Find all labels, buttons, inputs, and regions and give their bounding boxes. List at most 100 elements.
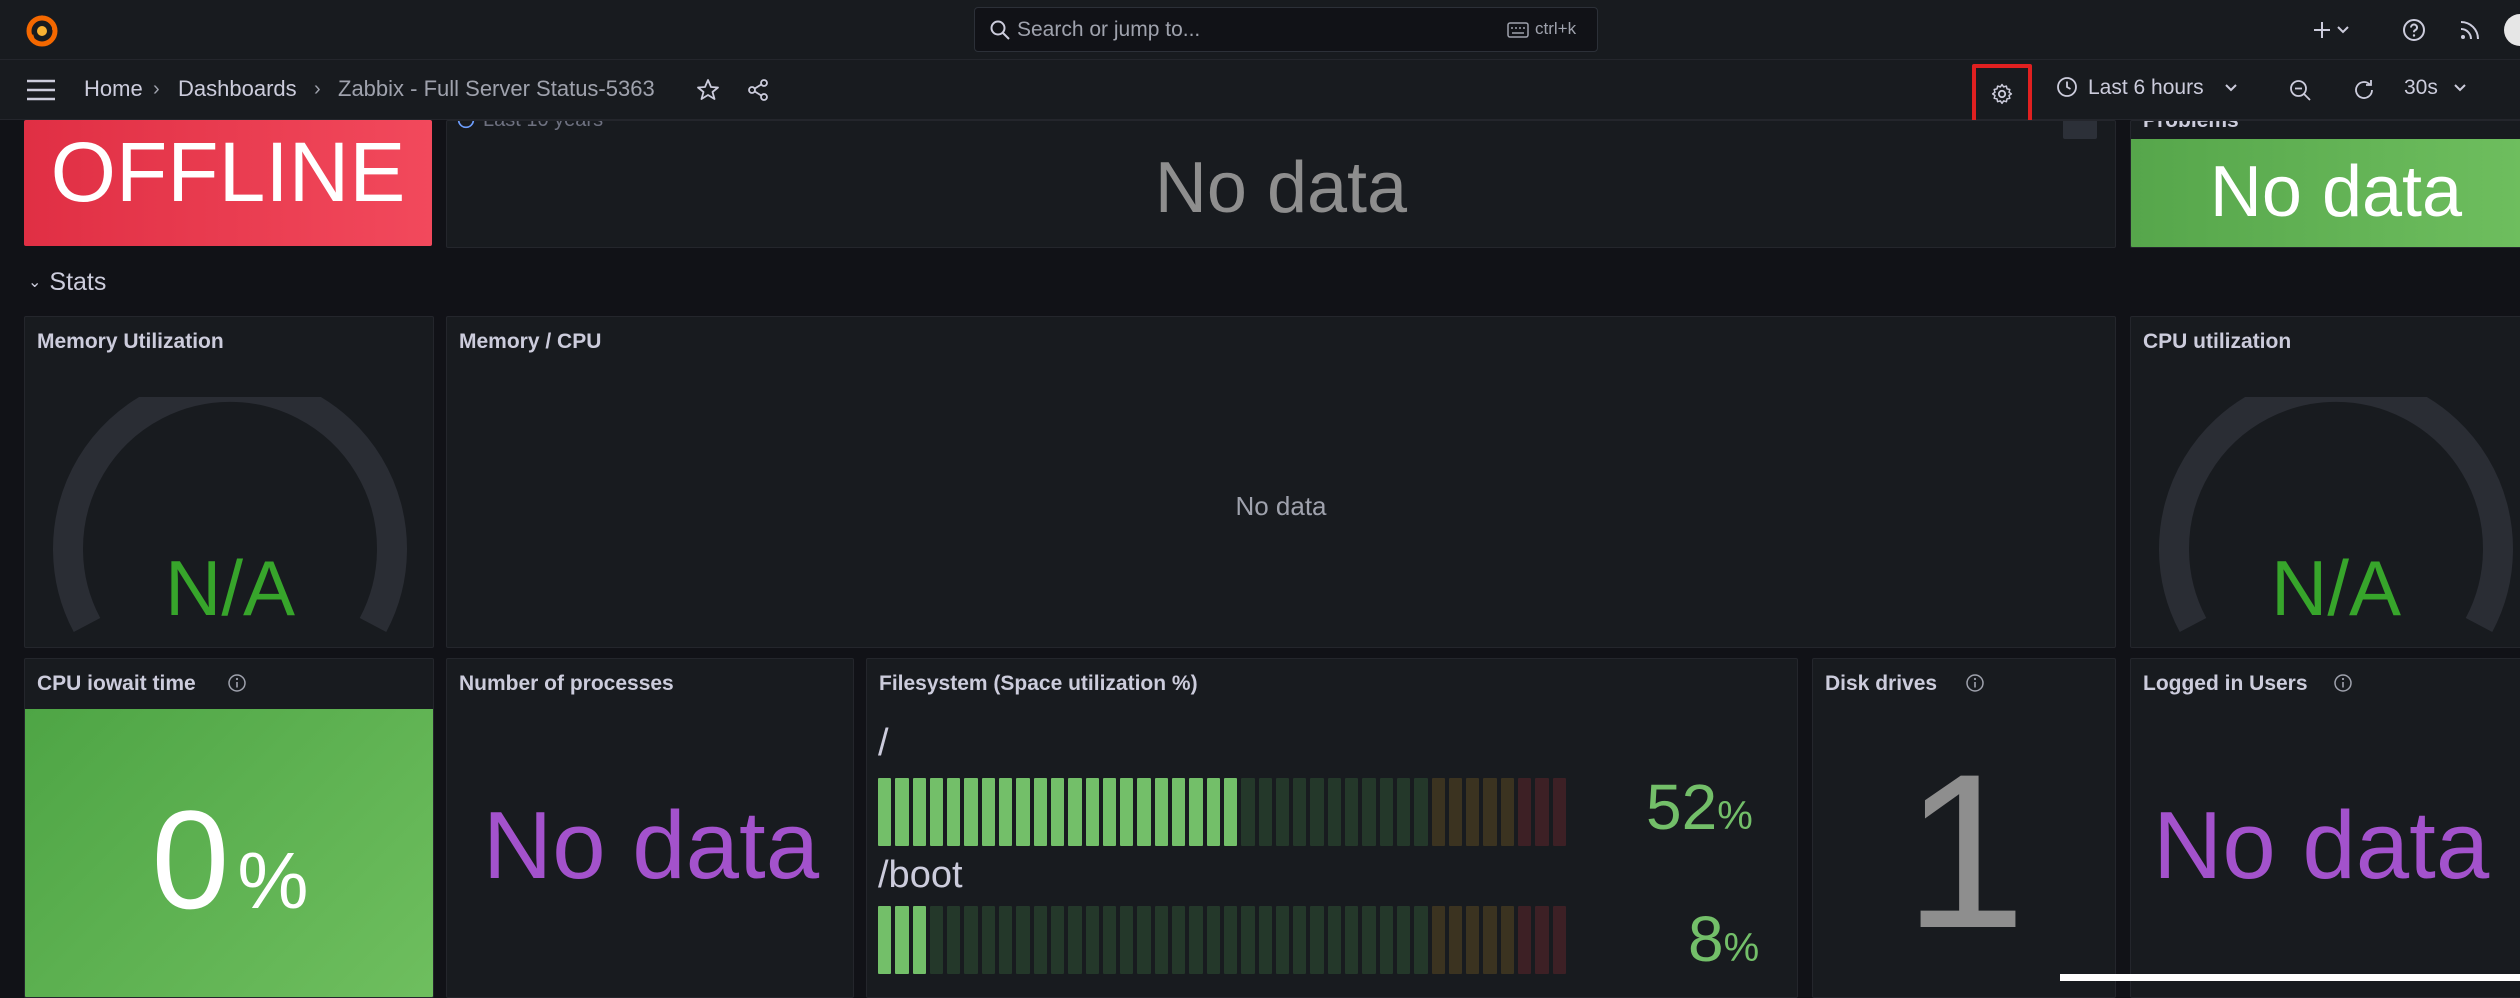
bar-gauge-segment xyxy=(1448,906,1463,974)
zoom-out-icon xyxy=(2290,80,2311,101)
panel-no-data: No data xyxy=(1154,148,1408,228)
panel-no-data: No data xyxy=(1235,491,1327,521)
refresh-button[interactable] xyxy=(2348,74,2380,106)
bar-gauge-segment xyxy=(1552,906,1566,974)
gauge-value: N/A xyxy=(164,544,296,632)
refresh-interval-picker[interactable]: 30s xyxy=(2404,76,2468,100)
chevron-down-icon xyxy=(2453,84,2466,92)
time-range-picker[interactable]: Last 6 hours xyxy=(2056,76,2239,100)
filesystem-value: 52 xyxy=(1646,771,1718,843)
server-status-panel[interactable]: OFFLINE xyxy=(24,120,432,246)
breadcrumb-dashboards[interactable]: Dashboards xyxy=(178,76,297,102)
panel-menu-button[interactable] xyxy=(2063,121,2097,139)
panel-title: CPU iowait time xyxy=(37,672,196,695)
bar-gauge-segment xyxy=(981,778,996,846)
bar-gauge-segment xyxy=(1327,906,1342,974)
bar-gauge-segment xyxy=(1241,906,1255,974)
help-button[interactable] xyxy=(2398,14,2430,46)
time-override-label: Last 10 years xyxy=(483,120,604,131)
disk-drives-panel[interactable]: Disk drives 1 xyxy=(1812,658,2116,998)
bar-gauge-segment xyxy=(1517,906,1532,974)
dashboard-settings-button[interactable] xyxy=(1972,64,2032,124)
bar-gauge-segment xyxy=(895,906,909,974)
top-bar: ctrl+k xyxy=(0,0,2520,60)
filesystem-bar-gauge xyxy=(878,906,1566,974)
bar-gauge-segment xyxy=(1379,778,1393,846)
panel-title: Memory / CPU xyxy=(459,330,602,353)
bar-gauge-segment xyxy=(912,778,926,846)
info-icon[interactable] xyxy=(1965,673,1985,693)
filesystem-label: / xyxy=(878,722,889,764)
bar-gauge-segment xyxy=(1172,906,1186,974)
memory-utilization-panel[interactable]: Memory Utilization N/A xyxy=(24,316,434,648)
stat-value: No data xyxy=(2153,792,2490,899)
bar-gauge-segment xyxy=(1016,778,1030,846)
rss-icon xyxy=(2460,21,2479,40)
problems-panel[interactable]: No data Problems xyxy=(2130,120,2520,248)
clock-icon xyxy=(457,121,475,129)
add-new-button[interactable] xyxy=(2308,14,2360,46)
stat-value: No data xyxy=(482,792,820,899)
news-button[interactable] xyxy=(2454,14,2486,46)
bar-gauge-segment xyxy=(1362,778,1376,846)
star-icon xyxy=(697,79,719,100)
bar-gauge-segment xyxy=(1154,906,1169,974)
bar-gauge-segment xyxy=(1293,906,1307,974)
plus-icon xyxy=(2314,22,2349,38)
breadcrumb-separator: › xyxy=(314,78,321,100)
filesystem-percent: 52% xyxy=(1646,770,1753,844)
logged-in-users-panel[interactable]: Logged in Users No data xyxy=(2130,658,2520,998)
zoom-out-button[interactable] xyxy=(2284,74,2316,106)
bar-gauge-segment xyxy=(1483,906,1497,974)
bar-gauge-segment xyxy=(929,906,944,974)
bar-gauge-segment xyxy=(1120,778,1134,846)
info-icon[interactable] xyxy=(227,673,247,693)
filesystem-unit: % xyxy=(1717,794,1753,838)
chevron-down-icon xyxy=(2225,84,2238,92)
search-icon xyxy=(990,20,1010,40)
info-icon[interactable] xyxy=(2333,673,2353,693)
stat-unit: % xyxy=(237,836,309,925)
bar-gauge-segment xyxy=(929,778,944,846)
bar-gauge-segment xyxy=(947,778,961,846)
bar-gauge-segment xyxy=(1275,778,1290,846)
bar-gauge-segment xyxy=(1431,778,1445,846)
cpu-utilization-panel[interactable]: CPU utilization N/A xyxy=(2130,316,2520,648)
search-input[interactable] xyxy=(1017,14,1457,46)
bar-gauge-segment xyxy=(1189,906,1203,974)
bar-gauge-segment xyxy=(1552,778,1566,846)
bar-gauge-segment xyxy=(1327,778,1342,846)
bar-gauge-segment xyxy=(964,778,978,846)
bar-gauge-segment xyxy=(1500,778,1514,846)
bar-gauge-segment xyxy=(895,778,909,846)
bar-gauge-segment xyxy=(1102,906,1117,974)
number-of-processes-panel[interactable]: Number of processes No data xyxy=(446,658,854,998)
search-bar[interactable]: ctrl+k xyxy=(974,7,1598,52)
filesystem-label: /boot xyxy=(878,854,963,896)
refresh-icon xyxy=(2355,80,2373,99)
gear-icon xyxy=(1991,83,2013,105)
user-avatar[interactable] xyxy=(2504,14,2520,46)
bar-gauge-segment xyxy=(947,906,961,974)
bar-gauge-segment xyxy=(1466,778,1480,846)
bar-gauge-segment xyxy=(1500,906,1514,974)
breadcrumb-home[interactable]: Home xyxy=(84,76,143,102)
bar-gauge-segment xyxy=(999,778,1013,846)
bar-gauge-segment xyxy=(1206,778,1220,846)
filesystem-bar-gauge xyxy=(878,778,1566,846)
stats-row-header[interactable]: ⌄ Stats xyxy=(28,268,106,297)
bar-gauge-segment xyxy=(1137,778,1151,846)
memory-cpu-panel[interactable]: Memory / CPU No data xyxy=(446,316,2116,648)
server-status-value: OFFLINE xyxy=(50,125,406,219)
bar-gauge-segment xyxy=(1120,906,1134,974)
last-10-years-panel[interactable]: Last 10 years No data xyxy=(446,120,2116,248)
bar-gauge-segment xyxy=(1223,906,1238,974)
bar-gauge-segment xyxy=(1137,906,1151,974)
bar-gauge-segment xyxy=(1241,778,1255,846)
star-button[interactable] xyxy=(692,74,724,106)
cpu-iowait-panel[interactable]: CPU iowait time 0% xyxy=(24,658,434,998)
grafana-logo-icon[interactable] xyxy=(24,13,60,49)
share-button[interactable] xyxy=(742,74,774,106)
horizontal-scrollbar[interactable] xyxy=(2060,974,2520,981)
menu-icon[interactable] xyxy=(26,78,56,102)
